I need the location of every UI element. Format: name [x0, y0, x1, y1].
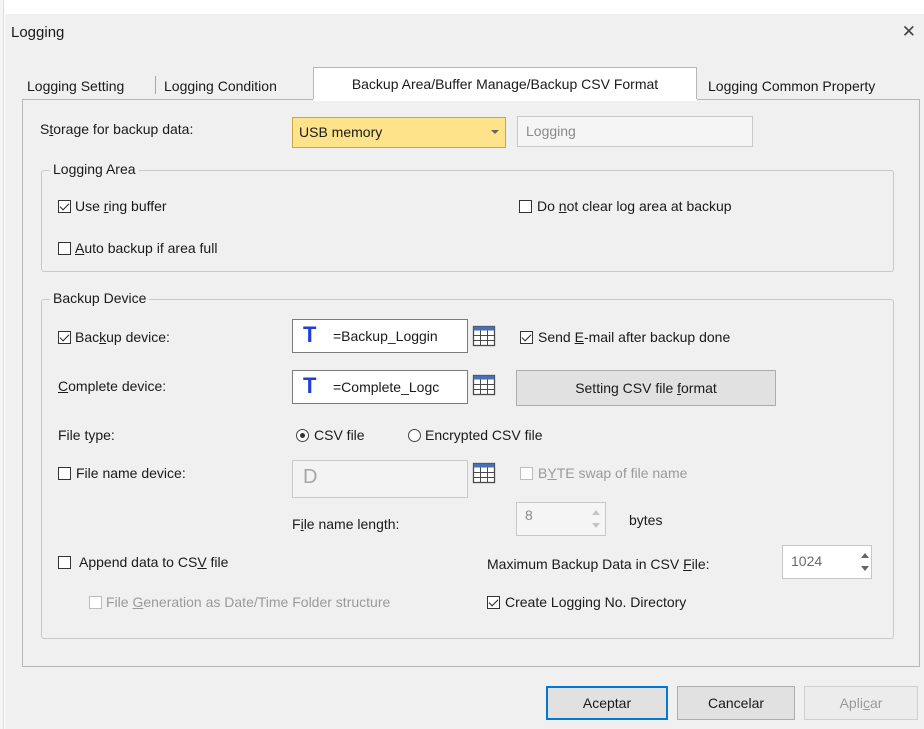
encrypted-csv-label: Encrypted CSV file: [425, 427, 543, 443]
device-picker-icon[interactable]: [472, 461, 496, 485]
storage-select[interactable]: USB memory: [292, 117, 506, 148]
byte-swap-label: BYTE swap of file name: [538, 465, 688, 481]
logging-area-group: [41, 170, 894, 272]
window-left-edge: [0, 0, 4, 729]
spin-down-icon[interactable]: [592, 523, 600, 528]
max-backup-value: 1024: [791, 553, 823, 569]
chevron-down-icon[interactable]: [485, 118, 505, 147]
file-type-label: File type:: [58, 427, 115, 443]
ring-buffer-label: Use ring buffer: [75, 198, 167, 214]
create-logging-dir-label: Create Logging No. Directory: [505, 594, 687, 610]
append-csv-checkbox[interactable]: [58, 556, 71, 569]
device-picker-icon[interactable]: [472, 373, 496, 397]
radio-dot-icon: [300, 433, 305, 438]
device-picker-icon[interactable]: [472, 324, 496, 348]
bytes-unit-label: bytes: [629, 512, 663, 528]
backup-device-checkbox[interactable]: [58, 331, 71, 344]
complete-device-value: =Complete_Logc: [333, 379, 440, 395]
setting-csv-format-button[interactable]: Setting CSV file format: [516, 370, 776, 406]
tab-separator: [155, 76, 156, 94]
auto-backup-checkbox[interactable]: [58, 242, 71, 255]
spin-up-icon[interactable]: [861, 553, 869, 558]
complete-device-field[interactable]: T =Complete_Logc: [292, 370, 468, 404]
title-bar: Logging ✕: [5, 14, 924, 52]
backup-device-title: Backup Device: [50, 290, 150, 306]
file-name-length-value: 8: [525, 507, 533, 523]
encrypted-csv-radio[interactable]: [408, 429, 421, 442]
do-not-clear-checkbox[interactable]: [519, 200, 532, 213]
file-generation-checkbox[interactable]: [89, 596, 102, 609]
backup-device-label: Backup device:: [75, 329, 170, 345]
checkmark-icon: [59, 331, 70, 342]
cancel-button[interactable]: Cancelar: [677, 686, 795, 720]
max-backup-label: Maximum Backup Data in CSV File:: [487, 556, 710, 572]
ring-buffer-checkbox[interactable]: [58, 200, 71, 213]
window-title: Logging: [11, 24, 65, 41]
text-device-icon: T: [303, 322, 317, 347]
append-csv-label: Append data to CSV file: [79, 554, 229, 570]
file-name-length-label: File name length:: [292, 516, 400, 532]
close-icon[interactable]: ✕: [902, 22, 916, 42]
checkmark-icon: [521, 331, 532, 342]
text-device-icon: T: [303, 373, 317, 398]
do-not-clear-label: Do not clear log area at backup: [537, 198, 732, 214]
file-name-device-value: D: [303, 466, 318, 488]
csv-file-label: CSV file: [314, 427, 365, 443]
active-tab-joint: [313, 99, 697, 101]
spin-down-icon[interactable]: [861, 566, 869, 571]
send-email-label: Send E-mail after backup done: [538, 329, 731, 345]
spin-up-icon[interactable]: [592, 510, 600, 515]
ok-button[interactable]: Aceptar: [546, 686, 668, 720]
storage-selected-value: USB memory: [299, 124, 383, 140]
file-generation-label: File Generation as Date/Time Folder stru…: [106, 594, 391, 610]
tab-logging-condition[interactable]: Logging Condition: [164, 73, 277, 99]
backup-folder-value: Logging: [526, 123, 576, 139]
backup-device-value: =Backup_Loggin: [333, 328, 438, 344]
backup-folder-field[interactable]: Logging: [517, 116, 753, 147]
checkmark-icon: [488, 596, 499, 607]
create-logging-dir-checkbox[interactable]: [487, 596, 500, 609]
backup-device-field[interactable]: T =Backup_Loggin: [292, 319, 468, 353]
storage-label: Storage for backup data:: [40, 121, 194, 137]
byte-swap-checkbox[interactable]: [520, 467, 533, 480]
auto-backup-label: Auto backup if area full: [75, 240, 218, 256]
file-name-device-field[interactable]: D: [292, 460, 468, 498]
tab-logging-setting[interactable]: Logging Setting: [27, 73, 124, 99]
tab-backup-area[interactable]: Backup Area/Buffer Manage/Backup CSV For…: [313, 67, 697, 100]
csv-file-radio[interactable]: [296, 429, 309, 442]
logging-dialog: Logging ✕ Logging Setting Logging Condit…: [0, 0, 924, 729]
complete-device-label: Complete device:: [58, 378, 167, 394]
max-backup-spinner[interactable]: [856, 547, 874, 577]
tab-logging-common-property[interactable]: Logging Common Property: [708, 73, 875, 99]
file-name-length-spinner[interactable]: [587, 504, 605, 534]
logging-area-title: Logging Area: [50, 161, 139, 177]
file-name-device-label: File name device:: [76, 465, 186, 481]
send-email-checkbox[interactable]: [520, 331, 533, 344]
file-name-device-checkbox[interactable]: [58, 467, 71, 480]
apply-button[interactable]: Aplicar: [804, 686, 918, 720]
checkmark-icon: [59, 200, 70, 211]
